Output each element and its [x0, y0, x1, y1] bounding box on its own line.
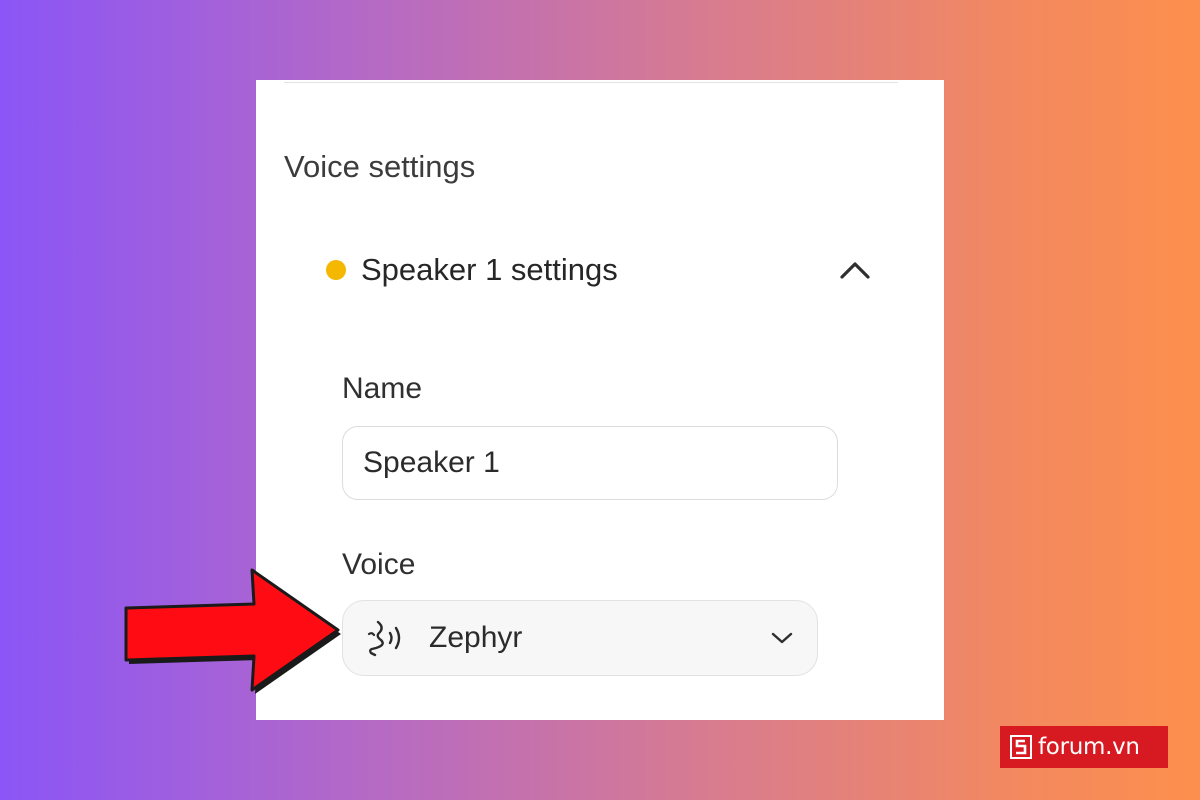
voice-selected-value: Zephyr	[429, 621, 523, 654]
speaker-settings-title: Speaker 1 settings	[361, 252, 618, 287]
voice-speaking-icon	[363, 618, 409, 658]
watermark-text: forum.vn	[1038, 734, 1140, 760]
chevron-down-icon	[769, 625, 795, 651]
sforum-logo-icon	[1010, 735, 1032, 759]
voice-label: Voice	[342, 548, 416, 581]
section-title: Voice settings	[284, 149, 476, 184]
speaker-1-settings-header[interactable]: Speaker 1 settings	[326, 248, 876, 292]
top-divider	[284, 82, 898, 83]
red-arrow-annotation	[124, 568, 341, 694]
forum-watermark: forum.vn	[1000, 726, 1168, 768]
name-input[interactable]	[342, 426, 838, 500]
chevron-up-icon[interactable]	[835, 250, 875, 290]
speaker-color-dot	[326, 260, 346, 280]
voice-select[interactable]: Zephyr	[342, 600, 818, 676]
name-label: Name	[342, 372, 423, 405]
voice-settings-panel: Voice settings Speaker 1 settings Name V…	[256, 80, 944, 720]
